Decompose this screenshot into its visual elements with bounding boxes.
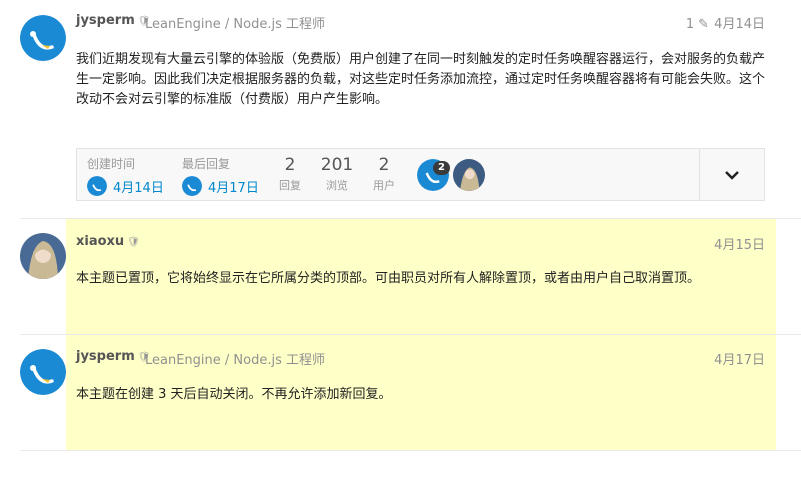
topic-map: 创建时间 4月14日 最后回复 4月17日 2 回复 201 浏览 2 用户 2 bbox=[76, 148, 765, 201]
post-body: 本主题在创建 3 天后自动关闭。不再允许添加新回复。 bbox=[76, 387, 392, 402]
last-reply-info: 最后回复 4月17日 bbox=[182, 155, 259, 196]
post-date[interactable]: 4月15日 bbox=[714, 234, 765, 253]
views-label: 浏览 bbox=[326, 179, 348, 192]
replies-value: 2 bbox=[284, 155, 296, 175]
users-label: 用户 bbox=[373, 179, 395, 192]
avatar-small bbox=[182, 176, 202, 196]
users-value: 2 bbox=[378, 155, 390, 175]
post-meta: 1 ✎ 4月14日 bbox=[686, 13, 765, 32]
created-label: 创建时间 bbox=[87, 157, 136, 171]
username-text[interactable]: xiaoxu bbox=[76, 234, 124, 249]
avatar-small bbox=[87, 176, 107, 196]
participant-avatar-xiaoxu[interactable] bbox=[453, 159, 485, 191]
username-text[interactable]: jysperm bbox=[76, 349, 135, 364]
replies-label: 回复 bbox=[279, 179, 301, 192]
post-body: 本主题已置顶，它将始终显示在它所属分类的顶部。可由职员对所有人解除置顶，或者由用… bbox=[76, 271, 701, 286]
shield-icon: 🛡 bbox=[127, 237, 140, 248]
post-date[interactable]: 4月14日 bbox=[714, 17, 765, 32]
username[interactable]: xiaoxu 🛡 bbox=[76, 234, 140, 249]
created-date-link[interactable]: 4月14日 bbox=[87, 176, 164, 196]
avatar-jysperm[interactable] bbox=[20, 349, 66, 395]
views-value: 201 bbox=[320, 155, 354, 175]
expand-topic-map-button[interactable] bbox=[699, 149, 764, 200]
chevron-down-icon bbox=[725, 170, 739, 180]
username[interactable]: jysperm 🛡 bbox=[76, 349, 150, 364]
edit-count[interactable]: 1 bbox=[686, 17, 694, 32]
pencil-icon[interactable]: ✎ bbox=[698, 17, 710, 32]
divider bbox=[20, 450, 801, 451]
post-body: 我们近期发现有大量云引擎的体验版（免费版）用户创建了在同一时刻触发的定时任务唤醒… bbox=[76, 52, 766, 107]
created-date[interactable]: 4月14日 bbox=[113, 177, 164, 196]
post-date[interactable]: 4月17日 bbox=[714, 349, 765, 368]
last-reply-date-link[interactable]: 4月17日 bbox=[182, 176, 259, 196]
username-text[interactable]: jysperm bbox=[76, 13, 135, 28]
users-stat: 2 用户 bbox=[364, 155, 404, 193]
user-title: LeanEngine / Node.js 工程师 bbox=[145, 17, 325, 32]
username[interactable]: jysperm 🛡 bbox=[76, 13, 150, 28]
created-info: 创建时间 4月14日 bbox=[87, 155, 164, 196]
views-stat: 201 浏览 bbox=[317, 155, 357, 193]
last-reply-label: 最后回复 bbox=[182, 157, 231, 171]
user-title: LeanEngine / Node.js 工程师 bbox=[145, 353, 325, 368]
participants bbox=[417, 159, 489, 191]
avatar-xiaoxu[interactable] bbox=[20, 233, 66, 279]
replies-stat: 2 回复 bbox=[270, 155, 310, 193]
avatar-jysperm[interactable] bbox=[20, 15, 66, 61]
last-reply-date[interactable]: 4月17日 bbox=[208, 177, 259, 196]
participant-count-badge: 2 bbox=[433, 161, 450, 175]
